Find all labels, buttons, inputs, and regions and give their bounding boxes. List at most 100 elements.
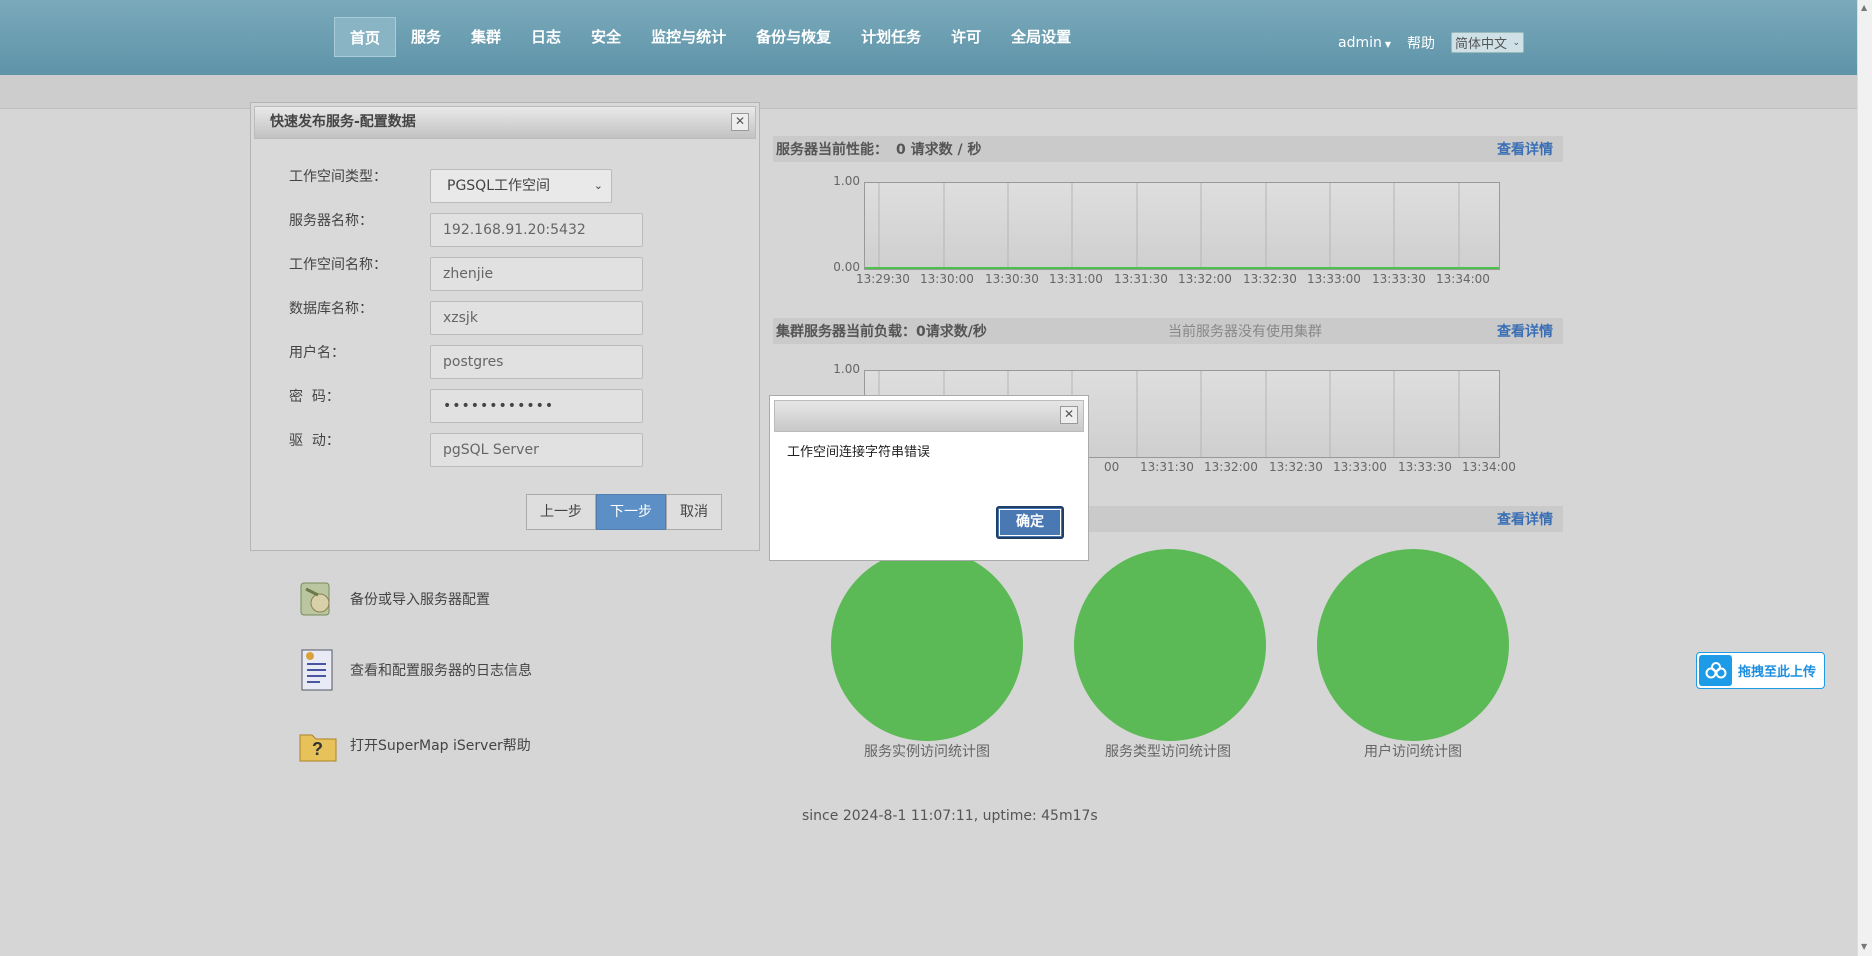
nav-monitoring[interactable]: 监控与统计 xyxy=(636,17,741,57)
workspace-type-select[interactable]: PGSQL工作空间 ⌄ xyxy=(430,169,612,203)
x-tick: 00 xyxy=(1104,460,1120,474)
x-tick: 13:32:00 xyxy=(1178,272,1232,286)
vertical-scrollbar[interactable]: ▲ ▼ xyxy=(1857,0,1872,956)
username-row: 用户名： postgres xyxy=(289,342,729,379)
password-row: 密 码： •••••••••••• xyxy=(289,386,729,423)
close-icon[interactable]: ✕ xyxy=(1060,406,1078,424)
nav-cluster[interactable]: 集群 xyxy=(456,17,516,57)
log-info-link[interactable]: 查看和配置服务器的日志信息 xyxy=(298,649,532,691)
x-tick: 13:34:00 xyxy=(1436,272,1490,286)
upload-label: 拖拽至此上传 xyxy=(1738,665,1817,680)
user-name: admin xyxy=(1338,34,1382,51)
performance-x-labels: 13:29:30 13:30:00 13:30:30 13:31:00 13:3… xyxy=(856,272,1536,288)
performance-panel-header: 服务器当前性能： 0 请求数 / 秒 查看详情 xyxy=(773,136,1563,162)
svg-text:?: ? xyxy=(312,739,323,759)
scroll-down-icon[interactable]: ▼ xyxy=(1861,942,1867,951)
cluster-note: 当前服务器没有使用集群 xyxy=(1168,324,1322,340)
cluster-value: 0请求数/秒 xyxy=(916,324,987,340)
workspace-name-row: 工作空间名称： zhenjie xyxy=(289,254,729,291)
backup-config-link[interactable]: 备份或导入服务器配置 xyxy=(298,579,490,619)
x-tick: 13:33:00 xyxy=(1333,460,1387,474)
field-label: 工作空间类型： xyxy=(289,169,387,185)
quick-publish-dialog: 快速发布服务-配置数据 ✕ 工作空间类型： PGSQL工作空间 ⌄ 服务器名称：… xyxy=(250,102,760,551)
stats-detail-link[interactable]: 查看详情 xyxy=(1497,509,1553,529)
workspace-type-row: 工作空间类型： PGSQL工作空间 ⌄ xyxy=(289,166,729,203)
workspace-type-value: PGSQL工作空间 xyxy=(447,178,550,194)
nav-license[interactable]: 许可 xyxy=(936,17,996,57)
quick-link-label: 查看和配置服务器的日志信息 xyxy=(350,663,532,679)
field-label: 用户名： xyxy=(289,345,345,361)
caret-down-icon: ▼ xyxy=(1384,39,1392,49)
driver-row: 驱 动： pgSQL Server xyxy=(289,430,729,467)
user-area: admin ▼ 帮助 简体中文 ⌄ xyxy=(1338,32,1525,53)
database-name-row: 数据库名称： xzsjk xyxy=(289,298,729,335)
pie-label: 服务类型访问统计图 xyxy=(1105,744,1231,760)
next-step-button[interactable]: 下一步 xyxy=(596,494,666,530)
x-tick: 13:31:30 xyxy=(1140,460,1194,474)
previous-step-button[interactable]: 上一步 xyxy=(526,494,596,530)
server-name-input[interactable]: 192.168.91.20:5432 xyxy=(430,213,643,247)
workspace-name-input[interactable]: zhenjie xyxy=(430,257,643,291)
pie-label: 服务实例访问统计图 xyxy=(864,744,990,760)
x-tick: 13:30:30 xyxy=(985,272,1039,286)
x-tick: 13:31:30 xyxy=(1114,272,1168,286)
x-tick: 13:33:00 xyxy=(1307,272,1361,286)
cluster-panel-header: 集群服务器当前负载： 0请求数/秒 当前服务器没有使用集群 查看详情 xyxy=(773,318,1563,344)
field-label: 数据库名称： xyxy=(289,301,373,317)
nav-home[interactable]: 首页 xyxy=(334,17,397,57)
database-name-input[interactable]: xzsjk xyxy=(430,301,643,335)
service-instance-pie[interactable] xyxy=(831,549,1023,741)
uptime-text: since 2024-8-1 11:07:11, uptime: 45m17s xyxy=(802,808,1098,824)
close-icon[interactable]: ✕ xyxy=(731,113,749,131)
language-value: 简体中文 xyxy=(1455,37,1508,52)
nav-global-settings[interactable]: 全局设置 xyxy=(996,17,1086,57)
nav-scheduled-tasks[interactable]: 计划任务 xyxy=(846,17,936,57)
alert-message: 工作空间连接字符串错误 xyxy=(787,445,931,460)
performance-title: 服务器当前性能： xyxy=(776,142,888,158)
x-tick: 13:31:00 xyxy=(1049,272,1103,286)
x-tick: 13:33:30 xyxy=(1372,272,1426,286)
y-max-label: 1.00 xyxy=(833,174,860,188)
help-link-superMap[interactable]: ? 打开SuperMap iServer帮助 xyxy=(298,725,531,765)
help-folder-icon: ? xyxy=(298,725,338,765)
language-select[interactable]: 简体中文 ⌄ xyxy=(1451,32,1525,53)
field-label: 工作空间名称： xyxy=(289,257,387,273)
user-access-pie[interactable] xyxy=(1317,549,1509,741)
alert-title-bar xyxy=(774,400,1084,432)
x-tick: 13:32:00 xyxy=(1204,460,1258,474)
x-tick: 13:29:30 xyxy=(856,272,910,286)
driver-input[interactable]: pgSQL Server xyxy=(430,433,643,467)
nav-backup[interactable]: 备份与恢复 xyxy=(741,17,846,57)
nav-security[interactable]: 安全 xyxy=(576,17,636,57)
nav-services[interactable]: 服务 xyxy=(396,17,456,57)
log-document-icon xyxy=(298,649,338,691)
field-label: 服务器名称： xyxy=(289,213,373,229)
password-input[interactable]: •••••••••••• xyxy=(430,389,643,423)
upload-cloud-icon xyxy=(1699,655,1732,686)
error-alert-dialog: ✕ 工作空间连接字符串错误 确定 xyxy=(769,395,1089,561)
username-input[interactable]: postgres xyxy=(430,345,643,379)
service-type-pie[interactable] xyxy=(1074,549,1266,741)
quick-link-label: 打开SuperMap iServer帮助 xyxy=(350,738,531,754)
field-label: 驱 动： xyxy=(289,433,340,449)
quick-link-label: 备份或导入服务器配置 xyxy=(350,592,490,608)
y-max-label: 1.00 xyxy=(833,362,860,376)
x-tick: 13:34:00 xyxy=(1462,460,1516,474)
performance-plot-area xyxy=(864,182,1500,270)
drag-upload-widget[interactable]: 拖拽至此上传 xyxy=(1696,652,1825,689)
wizard-buttons: 上一步 下一步 取消 xyxy=(526,494,722,530)
x-tick: 13:33:30 xyxy=(1398,460,1452,474)
nav-logs[interactable]: 日志 xyxy=(516,17,576,57)
cluster-detail-link[interactable]: 查看详情 xyxy=(1497,321,1553,341)
help-link[interactable]: 帮助 xyxy=(1407,33,1435,53)
ok-button[interactable]: 确定 xyxy=(996,506,1064,539)
server-name-row: 服务器名称： 192.168.91.20:5432 xyxy=(289,210,729,247)
dialog-title: 快速发布服务-配置数据 xyxy=(270,114,416,130)
performance-detail-link[interactable]: 查看详情 xyxy=(1497,139,1553,159)
pie-label: 用户访问统计图 xyxy=(1364,744,1462,760)
cancel-button[interactable]: 取消 xyxy=(666,494,722,530)
scroll-up-icon[interactable]: ▲ xyxy=(1861,3,1867,12)
cluster-title: 集群服务器当前负载： xyxy=(776,324,916,340)
user-menu[interactable]: admin ▼ xyxy=(1338,35,1391,51)
field-label: 密 码： xyxy=(289,389,340,405)
